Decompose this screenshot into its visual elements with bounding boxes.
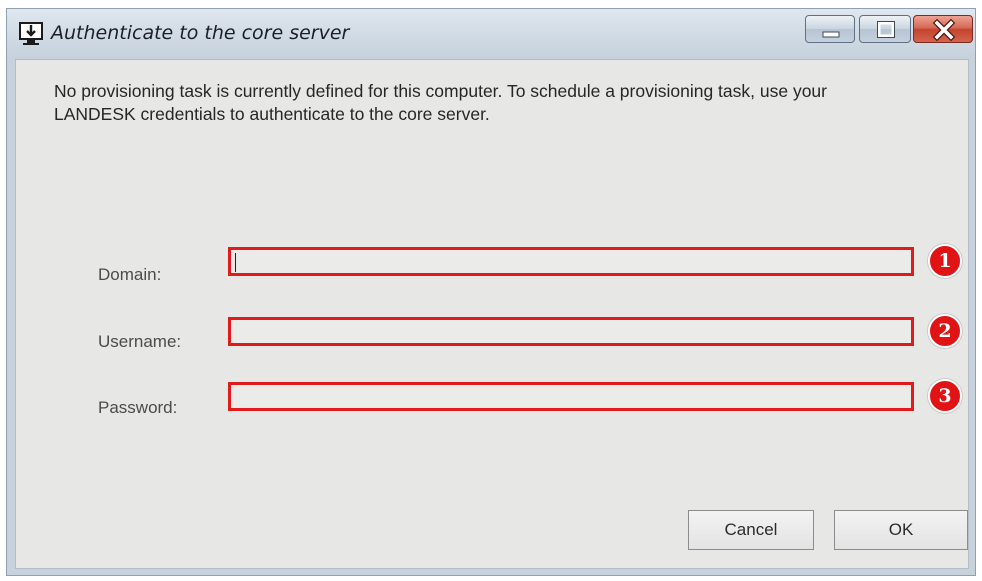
username-label: Username: xyxy=(98,332,182,351)
info-message-line-1: No provisioning task is currently define… xyxy=(54,81,827,101)
window-title: Authenticate to the core server xyxy=(51,22,350,44)
domain-label: Domain: xyxy=(98,265,162,284)
username-input[interactable] xyxy=(228,317,914,346)
text-caret xyxy=(235,253,236,272)
password-label: Password: xyxy=(98,398,178,417)
maximize-button[interactable] xyxy=(859,15,911,43)
step-badge-3: 3 xyxy=(928,379,962,413)
info-message-line-2: LANDESK credentials to authenticate to t… xyxy=(54,104,490,124)
domain-input[interactable] xyxy=(228,247,914,276)
close-button[interactable] xyxy=(913,15,973,43)
cancel-button[interactable]: Cancel xyxy=(688,510,814,550)
close-icon xyxy=(932,18,956,42)
maximize-icon xyxy=(877,21,895,38)
info-message: No provisioning task is currently define… xyxy=(54,80,934,126)
title-bar[interactable]: Authenticate to the core server xyxy=(7,9,975,59)
auth-dialog-window: Authenticate to the core server No provi… xyxy=(6,8,976,576)
ok-button[interactable]: OK xyxy=(834,510,968,550)
download-monitor-icon xyxy=(18,21,44,47)
dialog-content: No provisioning task is currently define… xyxy=(15,59,969,569)
minimize-icon xyxy=(822,31,840,38)
step-badge-2: 2 xyxy=(928,314,962,348)
minimize-button[interactable] xyxy=(805,15,855,43)
step-badge-1: 1 xyxy=(928,244,962,278)
password-input[interactable] xyxy=(228,382,914,411)
